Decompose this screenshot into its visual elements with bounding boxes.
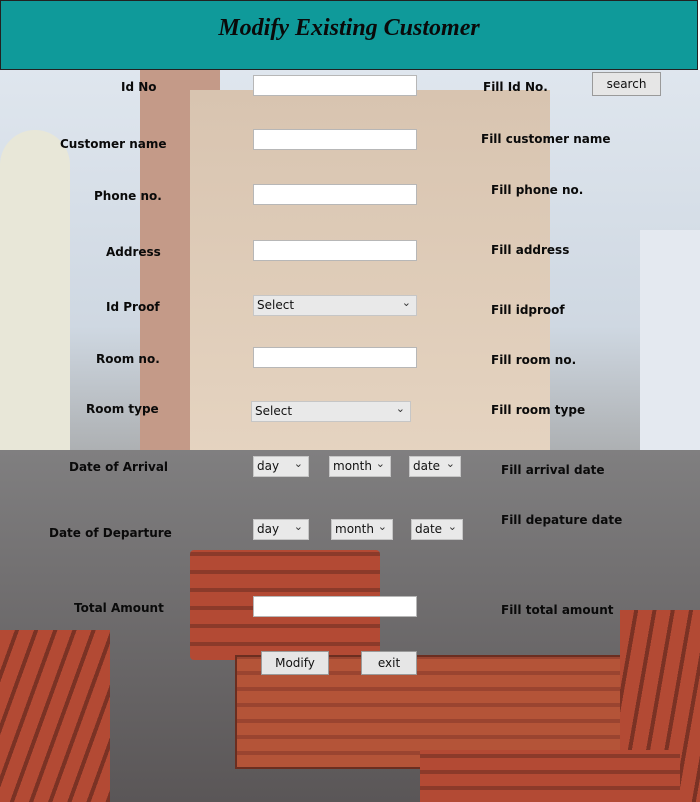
departure-date-select[interactable]: date ⌄ xyxy=(411,519,463,540)
room-type-select[interactable]: Select ⌄ xyxy=(251,401,411,422)
departure-month-selected: month xyxy=(335,522,374,536)
departure-date-selected: date xyxy=(415,522,443,536)
arrival-day-select[interactable]: day ⌄ xyxy=(253,456,309,477)
chevron-down-icon: ⌄ xyxy=(395,402,405,415)
customer-name-hint: Fill customer name xyxy=(481,132,611,146)
id-no-input[interactable] xyxy=(253,75,417,96)
chevron-down-icon: ⌄ xyxy=(375,457,385,470)
room-type-label: Room type xyxy=(86,402,159,416)
phone-input[interactable] xyxy=(253,184,417,205)
address-input[interactable] xyxy=(253,240,417,261)
departure-month-select[interactable]: month ⌄ xyxy=(331,519,393,540)
id-proof-select[interactable]: Select ⌄ xyxy=(253,295,417,316)
departure-label: Date of Departure xyxy=(49,526,172,540)
total-amount-input[interactable] xyxy=(253,596,417,617)
modify-button[interactable]: Modify xyxy=(261,651,329,675)
room-no-input[interactable] xyxy=(253,347,417,368)
address-hint: Fill address xyxy=(491,243,570,257)
arrival-month-selected: month xyxy=(333,459,372,473)
address-label: Address xyxy=(106,245,161,259)
id-proof-selected: Select xyxy=(257,298,295,312)
id-no-hint: Fill Id No. xyxy=(483,80,548,94)
arrival-month-select[interactable]: month ⌄ xyxy=(329,456,391,477)
chevron-down-icon: ⌄ xyxy=(447,520,457,533)
background-photo xyxy=(0,70,700,802)
background-bench xyxy=(420,750,680,802)
background-chair-left xyxy=(0,630,110,802)
departure-hint: Fill depature date xyxy=(501,513,623,527)
page-title: Modify Existing Customer xyxy=(218,15,480,41)
chevron-down-icon: ⌄ xyxy=(293,520,303,533)
total-amount-label: Total Amount xyxy=(74,601,164,615)
arrival-label: Date of Arrival xyxy=(69,460,169,474)
customer-name-input[interactable] xyxy=(253,129,417,150)
id-proof-hint: Fill idproof xyxy=(491,303,565,317)
room-type-hint: Fill room type xyxy=(491,403,586,417)
departure-day-select[interactable]: day ⌄ xyxy=(253,519,309,540)
room-no-label: Room no. xyxy=(96,352,160,366)
room-type-selected: Select xyxy=(255,404,293,418)
departure-day-selected: day xyxy=(257,522,280,536)
search-button[interactable]: search xyxy=(592,72,661,96)
background-umbrella xyxy=(0,130,70,460)
arrival-date-selected: date xyxy=(413,459,441,473)
arrival-hint: Fill arrival date xyxy=(501,463,605,477)
id-proof-label: Id Proof xyxy=(106,300,160,314)
arrival-date-select[interactable]: date ⌄ xyxy=(409,456,461,477)
total-amount-hint: Fill total amount xyxy=(501,603,614,617)
chevron-down-icon: ⌄ xyxy=(445,457,455,470)
arrival-day-selected: day xyxy=(257,459,280,473)
phone-label: Phone no. xyxy=(94,189,162,203)
phone-hint: Fill phone no. xyxy=(491,183,584,197)
customer-name-label: Customer name xyxy=(60,137,167,151)
header-bar: Modify Existing Customer xyxy=(0,0,698,70)
chevron-down-icon: ⌄ xyxy=(377,520,387,533)
chevron-down-icon: ⌄ xyxy=(401,296,411,309)
exit-button[interactable]: exit xyxy=(361,651,417,675)
room-no-hint: Fill room no. xyxy=(491,353,577,367)
chevron-down-icon: ⌄ xyxy=(293,457,303,470)
id-no-label: Id No xyxy=(121,80,157,94)
